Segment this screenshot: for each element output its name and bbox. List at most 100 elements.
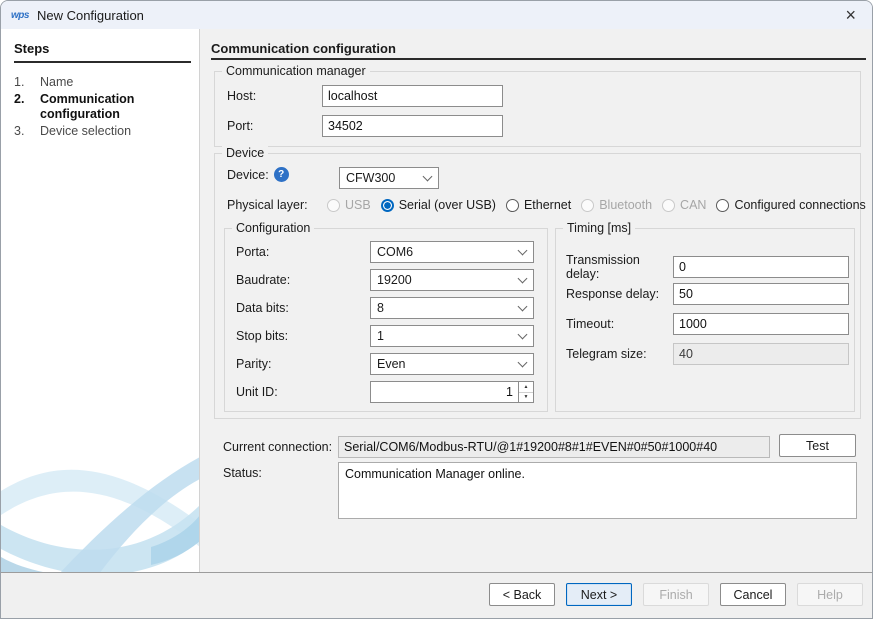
- unit-id-label: Unit ID:: [236, 385, 370, 399]
- porta-select[interactable]: COM6: [370, 241, 534, 263]
- new-configuration-dialog: wps New Configuration × Steps 1. Name 2.…: [0, 0, 873, 619]
- timeout-label: Timeout:: [566, 317, 673, 331]
- radio-label: Bluetooth: [599, 198, 652, 212]
- physical-layer-label: Physical layer:: [227, 198, 327, 212]
- radio-button-icon: [662, 199, 675, 212]
- help-button: Help: [797, 583, 863, 606]
- stop-bits-select[interactable]: 1: [370, 325, 534, 347]
- unit-id-stepper: ▲ ▼: [370, 381, 534, 403]
- help-icon[interactable]: ?: [274, 167, 289, 182]
- chevron-down-icon: [518, 301, 528, 311]
- response-delay-label: Response delay:: [566, 287, 673, 301]
- radio-label: USB: [345, 198, 371, 212]
- baudrate-select[interactable]: 19200: [370, 269, 534, 291]
- radio-button-icon: [327, 199, 340, 212]
- port-label: Port:: [227, 119, 322, 133]
- window-title: New Configuration: [37, 8, 144, 23]
- unit-id-input[interactable]: [370, 381, 519, 403]
- device-select-value: CFW300: [346, 171, 395, 185]
- data-bits-select-value: 8: [377, 301, 384, 315]
- physical-layer-radio-group: USB Serial (over USB) Ethernet Bluetooth: [327, 198, 866, 212]
- radio-button-icon: [716, 199, 729, 212]
- data-bits-label: Data bits:: [236, 301, 370, 315]
- group-title: Communication manager: [222, 64, 370, 78]
- chevron-down-icon: [518, 273, 528, 283]
- spin-down-icon[interactable]: ▼: [519, 393, 533, 403]
- finish-button: Finish: [643, 583, 709, 606]
- radio-bluetooth: Bluetooth: [581, 198, 652, 212]
- radio-label: Ethernet: [524, 198, 571, 212]
- radio-label: Serial (over USB): [399, 198, 496, 212]
- porta-select-value: COM6: [377, 245, 413, 259]
- steps-heading: Steps: [14, 41, 191, 63]
- cancel-button[interactable]: Cancel: [720, 583, 786, 606]
- step-item-name: 1. Name: [14, 75, 196, 91]
- configuration-group: Configuration Porta: COM6 Baudrate: 1920…: [224, 228, 548, 412]
- response-delay-input[interactable]: [673, 283, 849, 305]
- device-label: Device:: [227, 168, 269, 182]
- step-label: Device selection: [40, 124, 131, 140]
- group-title: Configuration: [232, 221, 314, 235]
- current-connection-label: Current connection:: [223, 440, 338, 454]
- parity-label: Parity:: [236, 357, 370, 371]
- parity-select-value: Even: [377, 357, 406, 371]
- chevron-down-icon: [518, 245, 528, 255]
- baudrate-select-value: 19200: [377, 273, 412, 287]
- test-button[interactable]: Test: [779, 434, 856, 457]
- telegram-size-label: Telegram size:: [566, 347, 673, 361]
- steps-list: 1. Name 2. Communication configuration 3…: [14, 75, 196, 140]
- timeout-input[interactable]: [673, 313, 849, 335]
- step-item-communication-configuration: 2. Communication configuration: [14, 92, 196, 123]
- host-input[interactable]: [322, 85, 503, 107]
- step-number: 2.: [14, 92, 40, 123]
- radio-configured-connections[interactable]: Configured connections: [716, 198, 865, 212]
- main-content: Communication configuration Communicatio…: [211, 29, 867, 574]
- step-label: Communication configuration: [40, 92, 196, 123]
- telegram-size-input: [673, 343, 849, 365]
- radio-usb: USB: [327, 198, 371, 212]
- device-select[interactable]: CFW300: [339, 167, 439, 189]
- titlebar: wps New Configuration ×: [1, 1, 872, 29]
- chevron-down-icon: [518, 329, 528, 339]
- steps-sidebar: Steps 1. Name 2. Communication configura…: [1, 29, 200, 574]
- group-title: Device: [222, 146, 268, 160]
- radio-can: CAN: [662, 198, 706, 212]
- status-textarea[interactable]: Communication Manager online.: [338, 462, 857, 519]
- wps-logo-icon: wps: [11, 10, 29, 21]
- chevron-down-icon: [423, 171, 433, 181]
- porta-label: Porta:: [236, 245, 370, 259]
- radio-button-icon: [581, 199, 594, 212]
- step-label: Name: [40, 75, 73, 91]
- heading-divider: [211, 58, 866, 60]
- transmission-delay-label: Transmission delay:: [566, 253, 673, 281]
- next-button[interactable]: Next >: [566, 583, 632, 606]
- parity-select[interactable]: Even: [370, 353, 534, 375]
- close-icon[interactable]: ×: [839, 6, 862, 24]
- spinner-buttons: ▲ ▼: [519, 381, 534, 403]
- radio-ethernet[interactable]: Ethernet: [506, 198, 571, 212]
- radio-button-selected-icon: [381, 199, 394, 212]
- stop-bits-select-value: 1: [377, 329, 384, 343]
- timing-group: Timing [ms] Transmission delay: Response…: [555, 228, 855, 412]
- page-title: Communication configuration: [211, 41, 396, 56]
- current-connection-field[interactable]: [338, 436, 770, 458]
- status-label: Status:: [223, 466, 262, 480]
- back-button[interactable]: < Back: [489, 583, 555, 606]
- data-bits-select[interactable]: 8: [370, 297, 534, 319]
- communication-manager-group: Communication manager Host: Port:: [214, 71, 861, 147]
- stop-bits-label: Stop bits:: [236, 329, 370, 343]
- step-item-device-selection: 3. Device selection: [14, 124, 196, 140]
- decorative-swoosh-graphic: [1, 429, 200, 574]
- port-input[interactable]: [322, 115, 503, 137]
- chevron-down-icon: [518, 357, 528, 367]
- baudrate-label: Baudrate:: [236, 273, 370, 287]
- radio-serial-over-usb[interactable]: Serial (over USB): [381, 198, 496, 212]
- spin-up-icon[interactable]: ▲: [519, 382, 533, 393]
- device-group: Device Device: ? CFW300 Physical layer: …: [214, 153, 861, 419]
- radio-label: Configured connections: [734, 198, 865, 212]
- transmission-delay-input[interactable]: [673, 256, 849, 278]
- footer-bar: < Back Next > Finish Cancel Help: [1, 572, 872, 618]
- radio-label: CAN: [680, 198, 706, 212]
- radio-button-icon: [506, 199, 519, 212]
- step-number: 3.: [14, 124, 40, 140]
